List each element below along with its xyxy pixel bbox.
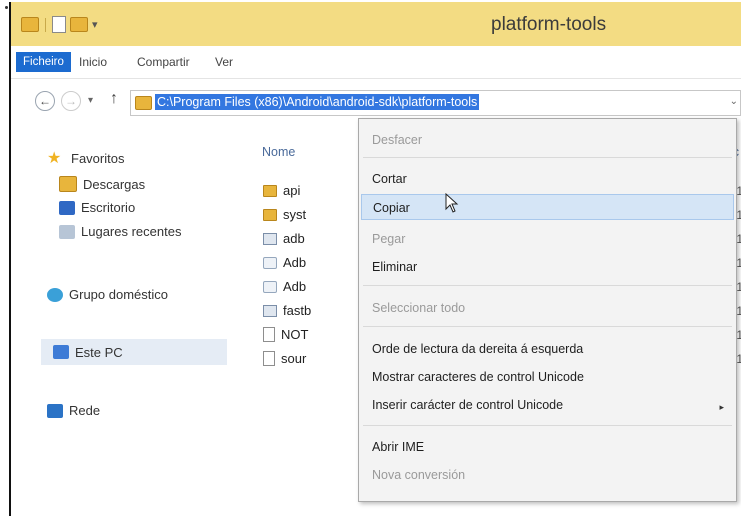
nav-label: Este PC — [75, 344, 123, 360]
downloads-folder-icon — [59, 176, 77, 192]
menu-item-select-all[interactable]: Seleccionar todo — [372, 301, 465, 315]
menu-item-paste[interactable]: Pegar — [372, 232, 405, 246]
file-row[interactable]: fastb — [263, 303, 311, 318]
tab-share[interactable]: Compartir — [137, 55, 190, 69]
dll-icon — [263, 280, 277, 293]
file-row[interactable]: syst — [263, 207, 306, 222]
context-menu: Desfacer Cortar Copiar Pegar Eliminar Se… — [358, 118, 737, 502]
tab-file[interactable]: Ficheiro — [16, 52, 71, 72]
document-icon — [263, 327, 275, 342]
file-row[interactable]: api — [263, 183, 300, 198]
ribbon: Ficheiro Inicio Compartir Ver — [11, 46, 741, 79]
nav-item-network[interactable]: Rede — [47, 403, 100, 418]
menu-item-copy[interactable]: Copiar — [361, 194, 734, 220]
menu-item-undo[interactable]: Desfacer — [372, 133, 422, 147]
address-path-selected[interactable]: C:\Program Files (x86)\Android\android-s… — [155, 94, 480, 110]
nav-label: Descargas — [83, 176, 146, 192]
menu-separator — [363, 425, 732, 426]
menu-separator — [363, 326, 732, 327]
bullet-dot — [5, 6, 8, 9]
file-name: syst — [283, 207, 307, 222]
file-name: Adb — [283, 255, 307, 270]
title-bar: ▾ platform-tools — [11, 2, 741, 46]
customize-toolbar-icon[interactable]: ▾ — [92, 18, 98, 31]
dll-icon — [263, 256, 277, 269]
file-row[interactable]: sour — [263, 351, 306, 366]
nav-label: Escritorio — [81, 200, 136, 215]
nav-item-favorites[interactable]: ★ Favoritos — [47, 148, 124, 168]
toolbar-separator — [45, 17, 46, 32]
this-pc-icon — [53, 345, 69, 359]
menu-item-delete[interactable]: Eliminar — [372, 260, 417, 274]
nav-item-recent-places[interactable]: Lugares recentes — [59, 224, 181, 239]
file-row[interactable]: NOT — [263, 327, 308, 342]
nav-item-homegroup[interactable]: Grupo doméstico — [47, 287, 168, 302]
folder-icon — [263, 184, 277, 197]
homegroup-icon — [47, 287, 63, 302]
recent-locations-chevron-icon[interactable]: ▾ — [88, 95, 93, 106]
file-row[interactable]: adb — [263, 231, 305, 246]
file-row[interactable]: Adb — [263, 255, 306, 270]
file-name: Adb — [283, 279, 307, 294]
nav-item-desktop[interactable]: Escritorio — [59, 200, 135, 215]
document-icon — [263, 351, 275, 366]
menu-separator — [363, 285, 732, 286]
mouse-cursor-icon — [445, 193, 459, 213]
column-header-name[interactable]: Nome — [262, 145, 295, 159]
folder-icon — [263, 208, 277, 221]
back-button[interactable]: ← — [35, 91, 55, 111]
navigation-pane: ★ Favoritos Descargas Escritorio Lugares… — [11, 120, 241, 516]
file-name: NOT — [281, 327, 309, 342]
menu-item-show-unicode[interactable]: Mostrar caracteres de control Unicode — [372, 370, 584, 384]
screenshot-frame: ▾ platform-tools Ficheiro Inicio Compart… — [5, 0, 741, 516]
up-arrow-icon[interactable]: ↑ — [110, 90, 118, 108]
submenu-arrow-icon: ▸ — [719, 402, 724, 412]
file-name: api — [283, 183, 301, 198]
file-name: fastb — [283, 303, 312, 318]
window-title: platform-tools — [491, 14, 607, 35]
nav-label: Favoritos — [71, 150, 125, 166]
menu-separator — [363, 157, 732, 158]
folder-icon[interactable] — [21, 17, 39, 32]
file-name: adb — [283, 231, 305, 246]
nav-label: Rede — [69, 403, 101, 418]
star-icon: ★ — [47, 150, 62, 167]
recent-places-icon — [59, 224, 75, 239]
network-icon — [47, 403, 63, 418]
desktop-icon — [59, 200, 75, 215]
file-name: sour — [281, 351, 307, 366]
quick-access-toolbar: ▾ — [21, 16, 98, 33]
menu-item-cut[interactable]: Cortar — [372, 172, 407, 186]
tab-home[interactable]: Inicio — [79, 55, 107, 69]
executable-icon — [263, 304, 277, 317]
tab-view[interactable]: Ver — [215, 55, 233, 69]
address-dropdown-icon[interactable]: ⌄ — [730, 96, 738, 107]
address-folder-icon — [135, 96, 152, 110]
nav-label: Lugares recentes — [81, 224, 182, 239]
nav-item-this-pc[interactable]: Este PC — [41, 339, 227, 365]
new-folder-icon[interactable] — [70, 17, 88, 32]
file-row[interactable]: Adb — [263, 279, 306, 294]
properties-icon[interactable] — [52, 16, 66, 33]
menu-item-open-ime[interactable]: Abrir IME — [372, 440, 424, 454]
menu-item-insert-unicode[interactable]: Inserir carácter de control Unicode — [372, 398, 563, 412]
address-row: ← → ▾ ↑ C:\Program Files (x86)\Android\a… — [11, 88, 741, 120]
menu-item-rtl-reading-order[interactable]: Orde de lectura da dereita á esquerda — [372, 342, 583, 356]
menu-item-reconversion[interactable]: Nova conversión — [372, 468, 465, 482]
forward-button[interactable]: → — [61, 91, 81, 111]
executable-icon — [263, 232, 277, 245]
nav-label: Grupo doméstico — [69, 287, 168, 302]
nav-item-downloads[interactable]: Descargas — [59, 176, 145, 192]
address-bar[interactable]: C:\Program Files (x86)\Android\android-s… — [130, 90, 741, 116]
